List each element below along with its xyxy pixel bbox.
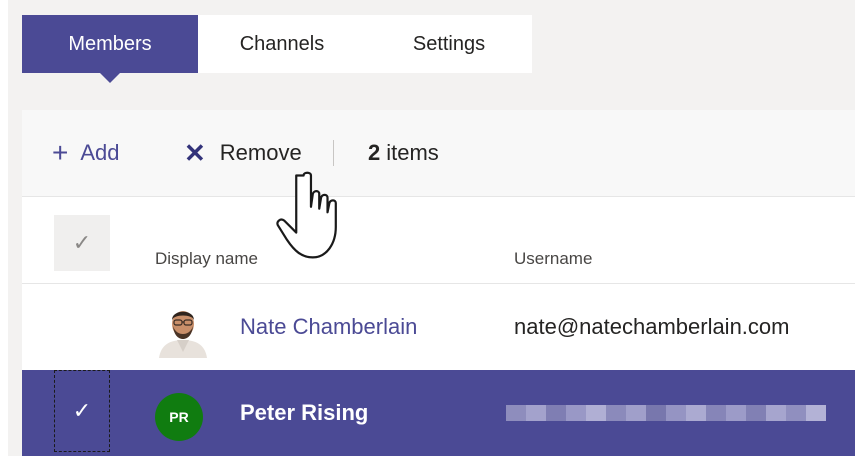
avatar <box>157 302 209 358</box>
tab-members-label: Members <box>68 32 152 55</box>
window-edge <box>0 0 8 456</box>
selection-count: 2 items <box>368 110 439 196</box>
redacted-username <box>506 405 826 421</box>
table-header: ✓ Display name Username <box>22 197 855 284</box>
member-name[interactable]: Nate Chamberlain <box>240 284 417 370</box>
column-header-username[interactable]: Username <box>514 197 592 283</box>
member-name[interactable]: Peter Rising <box>240 370 368 456</box>
members-toolbar: + Add ✕ Remove 2 items <box>22 110 855 197</box>
tab-settings-label: Settings <box>412 32 486 55</box>
selection-count-label: items <box>386 140 439 165</box>
tab-channels-label: Channels <box>239 32 325 55</box>
remove-button-label: Remove <box>219 140 302 165</box>
tab-bar: Members Channels Settings <box>22 15 532 83</box>
close-icon: ✕ <box>184 137 206 168</box>
member-username: nate@natechamberlain.com <box>514 314 790 339</box>
tab-channels[interactable]: Channels <box>198 15 366 73</box>
check-icon: ✓ <box>72 230 92 255</box>
table-row-selected[interactable]: ✓ PR Peter Rising <box>22 370 855 456</box>
members-panel: + Add ✕ Remove 2 items ✓ Display name Us… <box>22 110 855 456</box>
tab-members[interactable]: Members <box>22 15 198 83</box>
avatar: PR <box>155 393 203 441</box>
column-header-display-name[interactable]: Display name <box>155 197 258 283</box>
toolbar-divider <box>333 140 334 166</box>
check-icon: ✓ <box>72 398 92 423</box>
add-button[interactable]: + Add <box>52 110 120 196</box>
add-button-label: Add <box>80 140 120 165</box>
select-all-checkbox[interactable]: ✓ <box>54 215 110 271</box>
table-row[interactable]: Nate Chamberlain nate@natechamberlain.co… <box>22 284 855 371</box>
selection-count-number: 2 <box>368 140 381 165</box>
tab-settings[interactable]: Settings <box>366 15 532 73</box>
row-checkbox[interactable]: ✓ <box>54 370 110 452</box>
plus-icon: + <box>52 137 69 168</box>
hand-pointer-icon <box>276 171 337 259</box>
